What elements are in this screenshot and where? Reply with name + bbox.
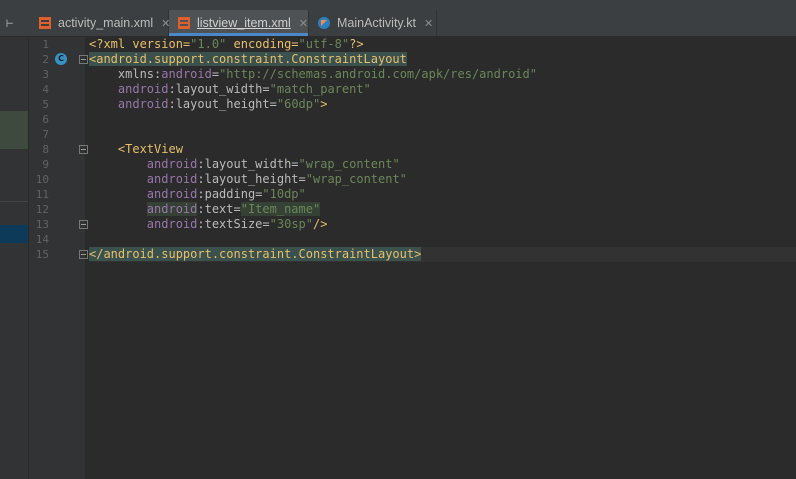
line-number: 10 (35, 173, 49, 186)
fold-close-icon[interactable] (79, 250, 88, 259)
close-icon[interactable]: ✕ (424, 17, 433, 30)
equals: = (291, 157, 299, 171)
line-number: 3 (42, 68, 49, 81)
namespace: android (146, 172, 198, 186)
line-number: 6 (42, 113, 49, 126)
tab-listview-item[interactable]: listview_item.xml ✕ (169, 10, 309, 36)
code-editor[interactable]: <?xml version="1.0" encoding="utf-8"?> <… (89, 37, 796, 262)
tab-activity-main[interactable]: activity_main.xml ✕ (30, 10, 170, 36)
fold-close-icon[interactable] (79, 220, 88, 229)
xml-file-icon (177, 16, 191, 30)
code-line-15: </android.support.constraint.ConstraintL… (89, 247, 796, 262)
line-number: 15 (35, 248, 49, 261)
tab-label: MainActivity.kt (337, 16, 416, 30)
attribute-value: "match_parent" (269, 82, 371, 96)
panel-selection (0, 225, 28, 243)
xmlns-name: android (161, 67, 212, 81)
equals: = (262, 217, 270, 231)
line-number: 5 (42, 98, 49, 111)
line-number: 7 (42, 128, 49, 141)
tab-main-activity[interactable]: MainActivity.kt ✕ (309, 10, 437, 36)
attribute-name: :layout_width (168, 82, 263, 96)
tab-label: listview_item.xml (197, 16, 291, 30)
code-line-13: android:textSize="30sp"/> (89, 217, 796, 232)
code-line-8: <TextView (89, 142, 796, 157)
line-number: 12 (35, 203, 49, 216)
line-number: 1 (42, 38, 49, 51)
textview-open-tag: <TextView (117, 142, 183, 156)
code-line-11: android:padding="10dp" (89, 187, 796, 202)
fold-open-icon[interactable] (79, 145, 88, 154)
attribute-name: :layout_width (197, 157, 292, 171)
attribute-name: :layout_height (168, 97, 270, 111)
code-line-1: <?xml version="1.0" encoding="utf-8"?> (89, 37, 796, 52)
tag-close: > (320, 97, 328, 111)
namespace: android (146, 217, 198, 231)
line-number: 9 (42, 158, 49, 171)
attribute-value: "wrap_content" (305, 172, 407, 186)
version-value: "1.0" (190, 37, 227, 51)
xml-declaration-end: ?> (349, 37, 364, 51)
attribute-name: :text (197, 202, 234, 216)
encoding-value: "utf-8" (298, 37, 350, 51)
constraint-layout-close-tag: </android.support.constraint.ConstraintL… (89, 247, 422, 261)
constraint-layout-open-tag: <android.support.constraint.ConstraintLa… (89, 52, 407, 66)
tab-label: activity_main.xml (58, 16, 154, 30)
panel-divider (0, 201, 28, 202)
attribute-value: "wrap_content" (298, 157, 400, 171)
attribute-name: :textSize (197, 217, 263, 231)
attribute-name: :layout_height (197, 172, 299, 186)
line-number: 8 (42, 143, 49, 156)
class-marker-icon[interactable]: C (55, 53, 67, 65)
line-number: 14 (35, 233, 49, 246)
kotlin-file-icon (317, 16, 331, 30)
equals: = (298, 172, 306, 186)
encoding-attr: encoding= (226, 37, 299, 51)
attribute-value: "60dp" (276, 97, 321, 111)
line-numbers: 1 2 3 4 5 6 7 8 9 10 11 12 13 14 15 (29, 37, 49, 262)
code-line-10: android:layout_height="wrap_content" (89, 172, 796, 187)
xml-declaration-start: <?xml version= (89, 37, 191, 51)
fold-open-icon[interactable] (79, 55, 88, 64)
equals: = (211, 67, 220, 81)
attribute-value: "30sp" (269, 217, 313, 231)
equals: = (269, 97, 277, 111)
equals: = (262, 82, 270, 96)
equals: = (233, 202, 241, 216)
namespace: android (117, 82, 169, 96)
line-number: 13 (35, 218, 49, 231)
namespace: android (146, 157, 198, 171)
project-panel-strip (0, 37, 29, 479)
line-number: 4 (42, 83, 49, 96)
tag-self-close: /> (313, 217, 328, 231)
xml-file-icon (38, 16, 52, 30)
panel-highlight (0, 111, 28, 149)
attribute-name: :padding (197, 187, 256, 201)
pin-tab-icon[interactable]: ⊢ (6, 16, 22, 30)
code-line-4: android:layout_width="match_parent" (89, 82, 796, 97)
code-line-3: xmlns:android="http://schemas.android.co… (89, 67, 796, 82)
namespace: android (146, 187, 198, 201)
attribute-value: "Item_name" (240, 202, 321, 216)
line-number: 2 (42, 53, 49, 66)
namespace: android (146, 202, 198, 216)
code-line-2: <android.support.constraint.ConstraintLa… (89, 52, 796, 67)
code-line-9: android:layout_width="wrap_content" (89, 157, 796, 172)
xmlns-prefix: xmlns: (117, 67, 162, 81)
line-number: 11 (35, 188, 49, 201)
xmlns-value: "http://schemas.android.com/apk/res/andr… (219, 67, 537, 81)
attribute-value: "10dp" (262, 187, 306, 201)
code-line-5: android:layout_height="60dp"> (89, 97, 796, 112)
close-icon[interactable]: ✕ (299, 17, 308, 30)
code-line-12: android:text="Item_name" (89, 202, 796, 217)
namespace: android (117, 97, 169, 111)
